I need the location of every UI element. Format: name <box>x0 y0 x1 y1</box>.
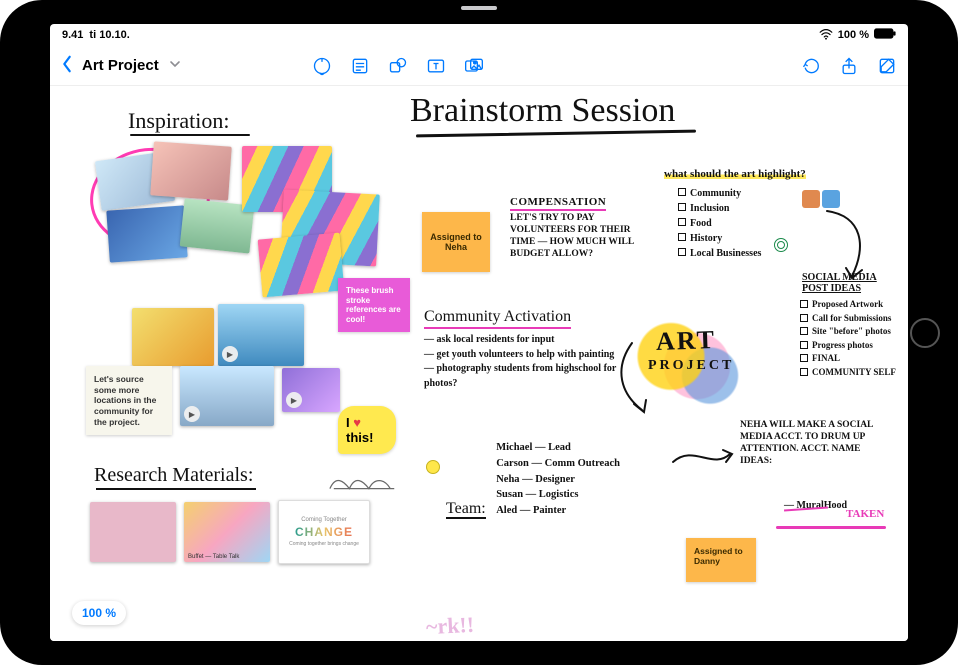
inspiration-photo[interactable] <box>258 233 345 298</box>
list-item: Community <box>690 186 741 201</box>
inspiration-underline <box>130 134 250 136</box>
battery-icon <box>874 28 896 42</box>
team-header: Team: <box>446 500 486 519</box>
neha-social-note: NEHA WILL MAKE A SOCIAL MEDIA ACCT. TO D… <box>740 420 890 468</box>
shapes-tool-icon[interactable] <box>387 55 409 77</box>
arrow-icon <box>612 338 656 423</box>
canvas-title: Brainstorm Session <box>410 92 675 130</box>
activation-line: — get youth volunteers to help with pain… <box>424 348 624 363</box>
research-card[interactable] <box>90 502 176 562</box>
activation-header: Community Activation <box>424 308 571 329</box>
love-text: I ♥ this! <box>346 415 388 445</box>
team-member: Susan — Logistics <box>496 487 620 503</box>
card-title: CHANGE <box>295 525 353 539</box>
globe-sticker-icon <box>774 238 788 252</box>
smiley-sticker-icon <box>426 460 440 474</box>
tool-group-right <box>800 55 898 77</box>
list-item: Local Businesses <box>690 246 761 261</box>
list-item: History <box>690 231 722 246</box>
compose-icon[interactable] <box>876 55 898 77</box>
activation-block: Community Activation — ask local residen… <box>424 308 624 391</box>
list-item: Food <box>690 216 712 231</box>
research-underline <box>96 488 256 490</box>
media-tool-icon[interactable] <box>463 55 485 77</box>
faint-handwriting: ~rk!! <box>425 612 474 640</box>
tool-group-center <box>311 55 485 77</box>
inspiration-photo[interactable] <box>106 205 187 262</box>
team-member: Carson — Comm Outreach <box>496 456 620 472</box>
card-sub: Coming together brings change <box>283 541 365 547</box>
list-item: Site "before" photos <box>812 325 891 339</box>
share-icon[interactable] <box>838 55 860 77</box>
inspiration-photo[interactable] <box>150 141 232 200</box>
activation-line: — ask local residents for input <box>424 333 624 348</box>
fist-sticker-icon <box>802 190 820 208</box>
textbox-tool-icon[interactable] <box>425 55 447 77</box>
list-item: Call for Submissions <box>812 312 891 326</box>
sticky-note-brush[interactable]: These brush stroke references are cool! <box>338 278 410 332</box>
research-card[interactable]: Buffet — Table Talk <box>184 502 270 562</box>
art-logo-bottom: PROJECT <box>648 358 734 374</box>
activation-line: — photography students from highschool f… <box>424 362 624 391</box>
wifi-icon <box>819 28 833 43</box>
team-member: Neha — Designer <box>496 472 620 488</box>
list-item: FINAL <box>812 352 840 366</box>
art-logo-top: ART <box>655 325 716 357</box>
status-date: ti 10.10. <box>89 29 129 41</box>
location-photo[interactable]: ▶ <box>180 366 274 426</box>
home-button[interactable] <box>910 318 940 348</box>
battery-text: 100 % <box>838 29 869 41</box>
back-button[interactable] <box>60 55 74 77</box>
inspiration-header: Inspiration: <box>128 108 229 134</box>
screen: 9.41 ti 10.10. 100 % Art Project <box>50 24 908 641</box>
location-photo[interactable]: ▶ <box>218 304 304 366</box>
speech-bubble-love[interactable]: I ♥ this! <box>338 406 396 454</box>
doodle-sketch <box>326 454 404 496</box>
zoom-control[interactable]: 100 % <box>72 601 126 625</box>
team-block: Team: Michael — Lead Carson — Comm Outre… <box>446 438 666 519</box>
list-item: Progress photos <box>812 339 873 353</box>
compensation-block: COMPENSATION LET'S TRY TO PAY VOLUNTEERS… <box>510 192 650 261</box>
pen-tool-icon[interactable] <box>311 55 333 77</box>
ipad-frame: 9.41 ti 10.10. 100 % Art Project <box>0 0 958 665</box>
play-icon: ▶ <box>184 406 200 422</box>
card-caption: Buffet — Table Talk <box>188 554 239 560</box>
compensation-header: COMPENSATION <box>510 196 606 211</box>
social-list: Proposed Artwork Call for Submissions Si… <box>800 298 908 379</box>
team-member: Michael — Lead <box>496 440 620 456</box>
status-time: 9.41 <box>62 29 83 41</box>
taken-label: TAKEN <box>846 508 884 520</box>
team-member: Aled — Painter <box>496 503 620 519</box>
play-icon: ▶ <box>286 392 302 408</box>
compensation-body: LET'S TRY TO PAY VOLUNTEERS FOR THEIR TI… <box>510 213 650 261</box>
social-header: SOCIAL MEDIA POST IDEAS <box>802 272 892 294</box>
window-drag-handle <box>461 6 497 10</box>
highlight-question: what should the art highlight? <box>664 168 806 180</box>
arrow-icon <box>668 442 738 477</box>
freeform-canvas[interactable]: Brainstorm Session Inspiration: These br… <box>50 86 908 641</box>
list-item: Proposed Artwork <box>812 298 883 312</box>
play-icon: ▶ <box>222 346 238 362</box>
board-title-chevron-icon[interactable] <box>169 58 181 73</box>
board-title[interactable]: Art Project <box>82 57 159 74</box>
card-sup: Coming Together <box>301 517 347 523</box>
toolbar: Art Project <box>50 46 908 86</box>
sticky-note-locations[interactable]: Let's source some more locations in the … <box>86 366 172 435</box>
sticky-note-neha[interactable]: Assigned to Neha <box>422 212 490 272</box>
sticky-note-danny[interactable]: Assigned to Danny <box>686 538 756 582</box>
research-header: Research Materials: <box>94 464 253 487</box>
list-item: COMMUNITY SELF <box>812 366 896 380</box>
status-bar: 9.41 ti 10.10. 100 % <box>50 24 908 46</box>
location-photo[interactable] <box>132 308 214 366</box>
title-underline <box>416 130 696 138</box>
sticky-note-tool-icon[interactable] <box>349 55 371 77</box>
research-card[interactable]: Coming Together CHANGE Coming together b… <box>278 500 370 564</box>
list-item: Inclusion <box>690 201 729 216</box>
location-photo[interactable]: ▶ <box>282 368 340 412</box>
pink-underline <box>776 526 886 529</box>
undo-icon[interactable] <box>800 55 822 77</box>
